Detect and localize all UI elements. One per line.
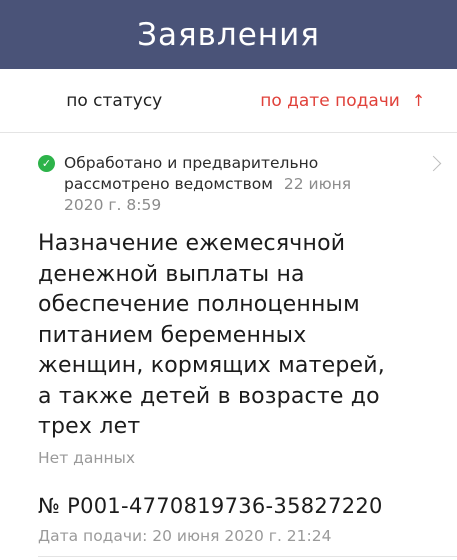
application-number: № P001-4770819736-35827220 xyxy=(38,493,383,518)
sort-by-date-label: по дате подачи xyxy=(260,90,400,111)
app-header: Заявления xyxy=(0,0,457,69)
application-card[interactable]: ✓ Обработано и предварительно рассмотрен… xyxy=(0,133,457,545)
status-label: Обработано и предварительно рассмотрено … xyxy=(64,154,319,193)
status-row: ✓ Обработано и предварительно рассмотрен… xyxy=(38,153,419,216)
sort-by-date-tab[interactable]: по дате подачи ↑ xyxy=(229,69,457,132)
divider xyxy=(38,556,457,557)
sort-bar: по статусу по дате подачи ↑ xyxy=(0,69,457,133)
application-subtitle: Нет данных xyxy=(38,448,136,467)
status-date: 22 июня xyxy=(283,175,352,193)
submission-date: Дата подачи: 20 июня 2020 г. 21:24 xyxy=(38,526,332,545)
status-text: Обработано и предварительно рассмотрено … xyxy=(64,153,384,216)
arrow-up-icon: ↑ xyxy=(411,91,426,110)
check-circle-icon: ✓ xyxy=(38,155,55,172)
page-title: Заявления xyxy=(137,16,320,53)
sort-by-status-tab[interactable]: по статусу xyxy=(0,69,229,132)
status-time: 2020 г. 8:59 xyxy=(64,196,162,214)
sort-by-status-label: по статусу xyxy=(66,90,163,111)
application-title: Назначение ежемесячной денежной выплаты … xyxy=(38,231,385,439)
